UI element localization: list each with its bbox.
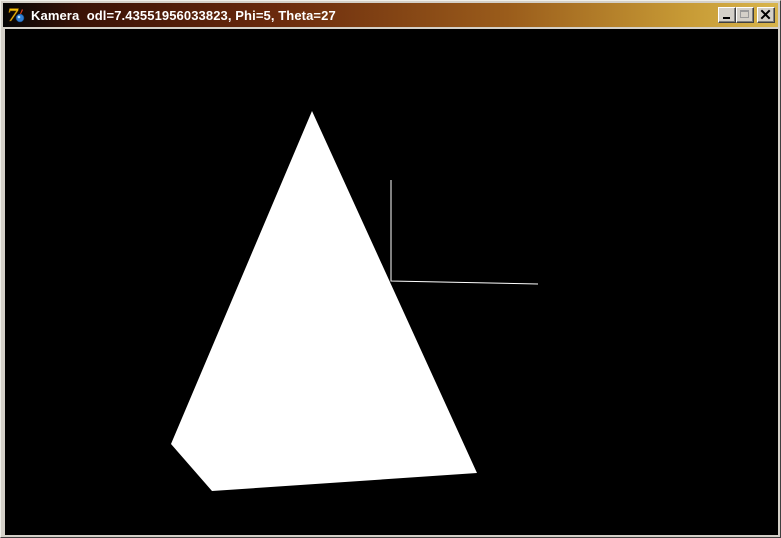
window-controls [718, 7, 775, 23]
render-viewport[interactable] [5, 29, 778, 535]
close-button[interactable] [757, 7, 775, 23]
axis-lines [390, 180, 539, 285]
scene-canvas [171, 111, 539, 491]
maximize-icon [740, 10, 749, 18]
close-icon [760, 9, 771, 20]
minimize-icon [723, 17, 730, 19]
maximize-button [736, 7, 754, 23]
title-bar[interactable]: 7 Kamera odl=7.43551956033823, Phi=5, Th… [3, 3, 778, 27]
minimize-button[interactable] [718, 7, 736, 23]
pyramid-shape [171, 111, 477, 491]
camera-window: 7 Kamera odl=7.43551956033823, Phi=5, Th… [0, 0, 781, 538]
delphi-7-icon[interactable]: 7 [6, 5, 26, 26]
window-title: Kamera odl=7.43551956033823, Phi=5, Thet… [31, 7, 336, 23]
